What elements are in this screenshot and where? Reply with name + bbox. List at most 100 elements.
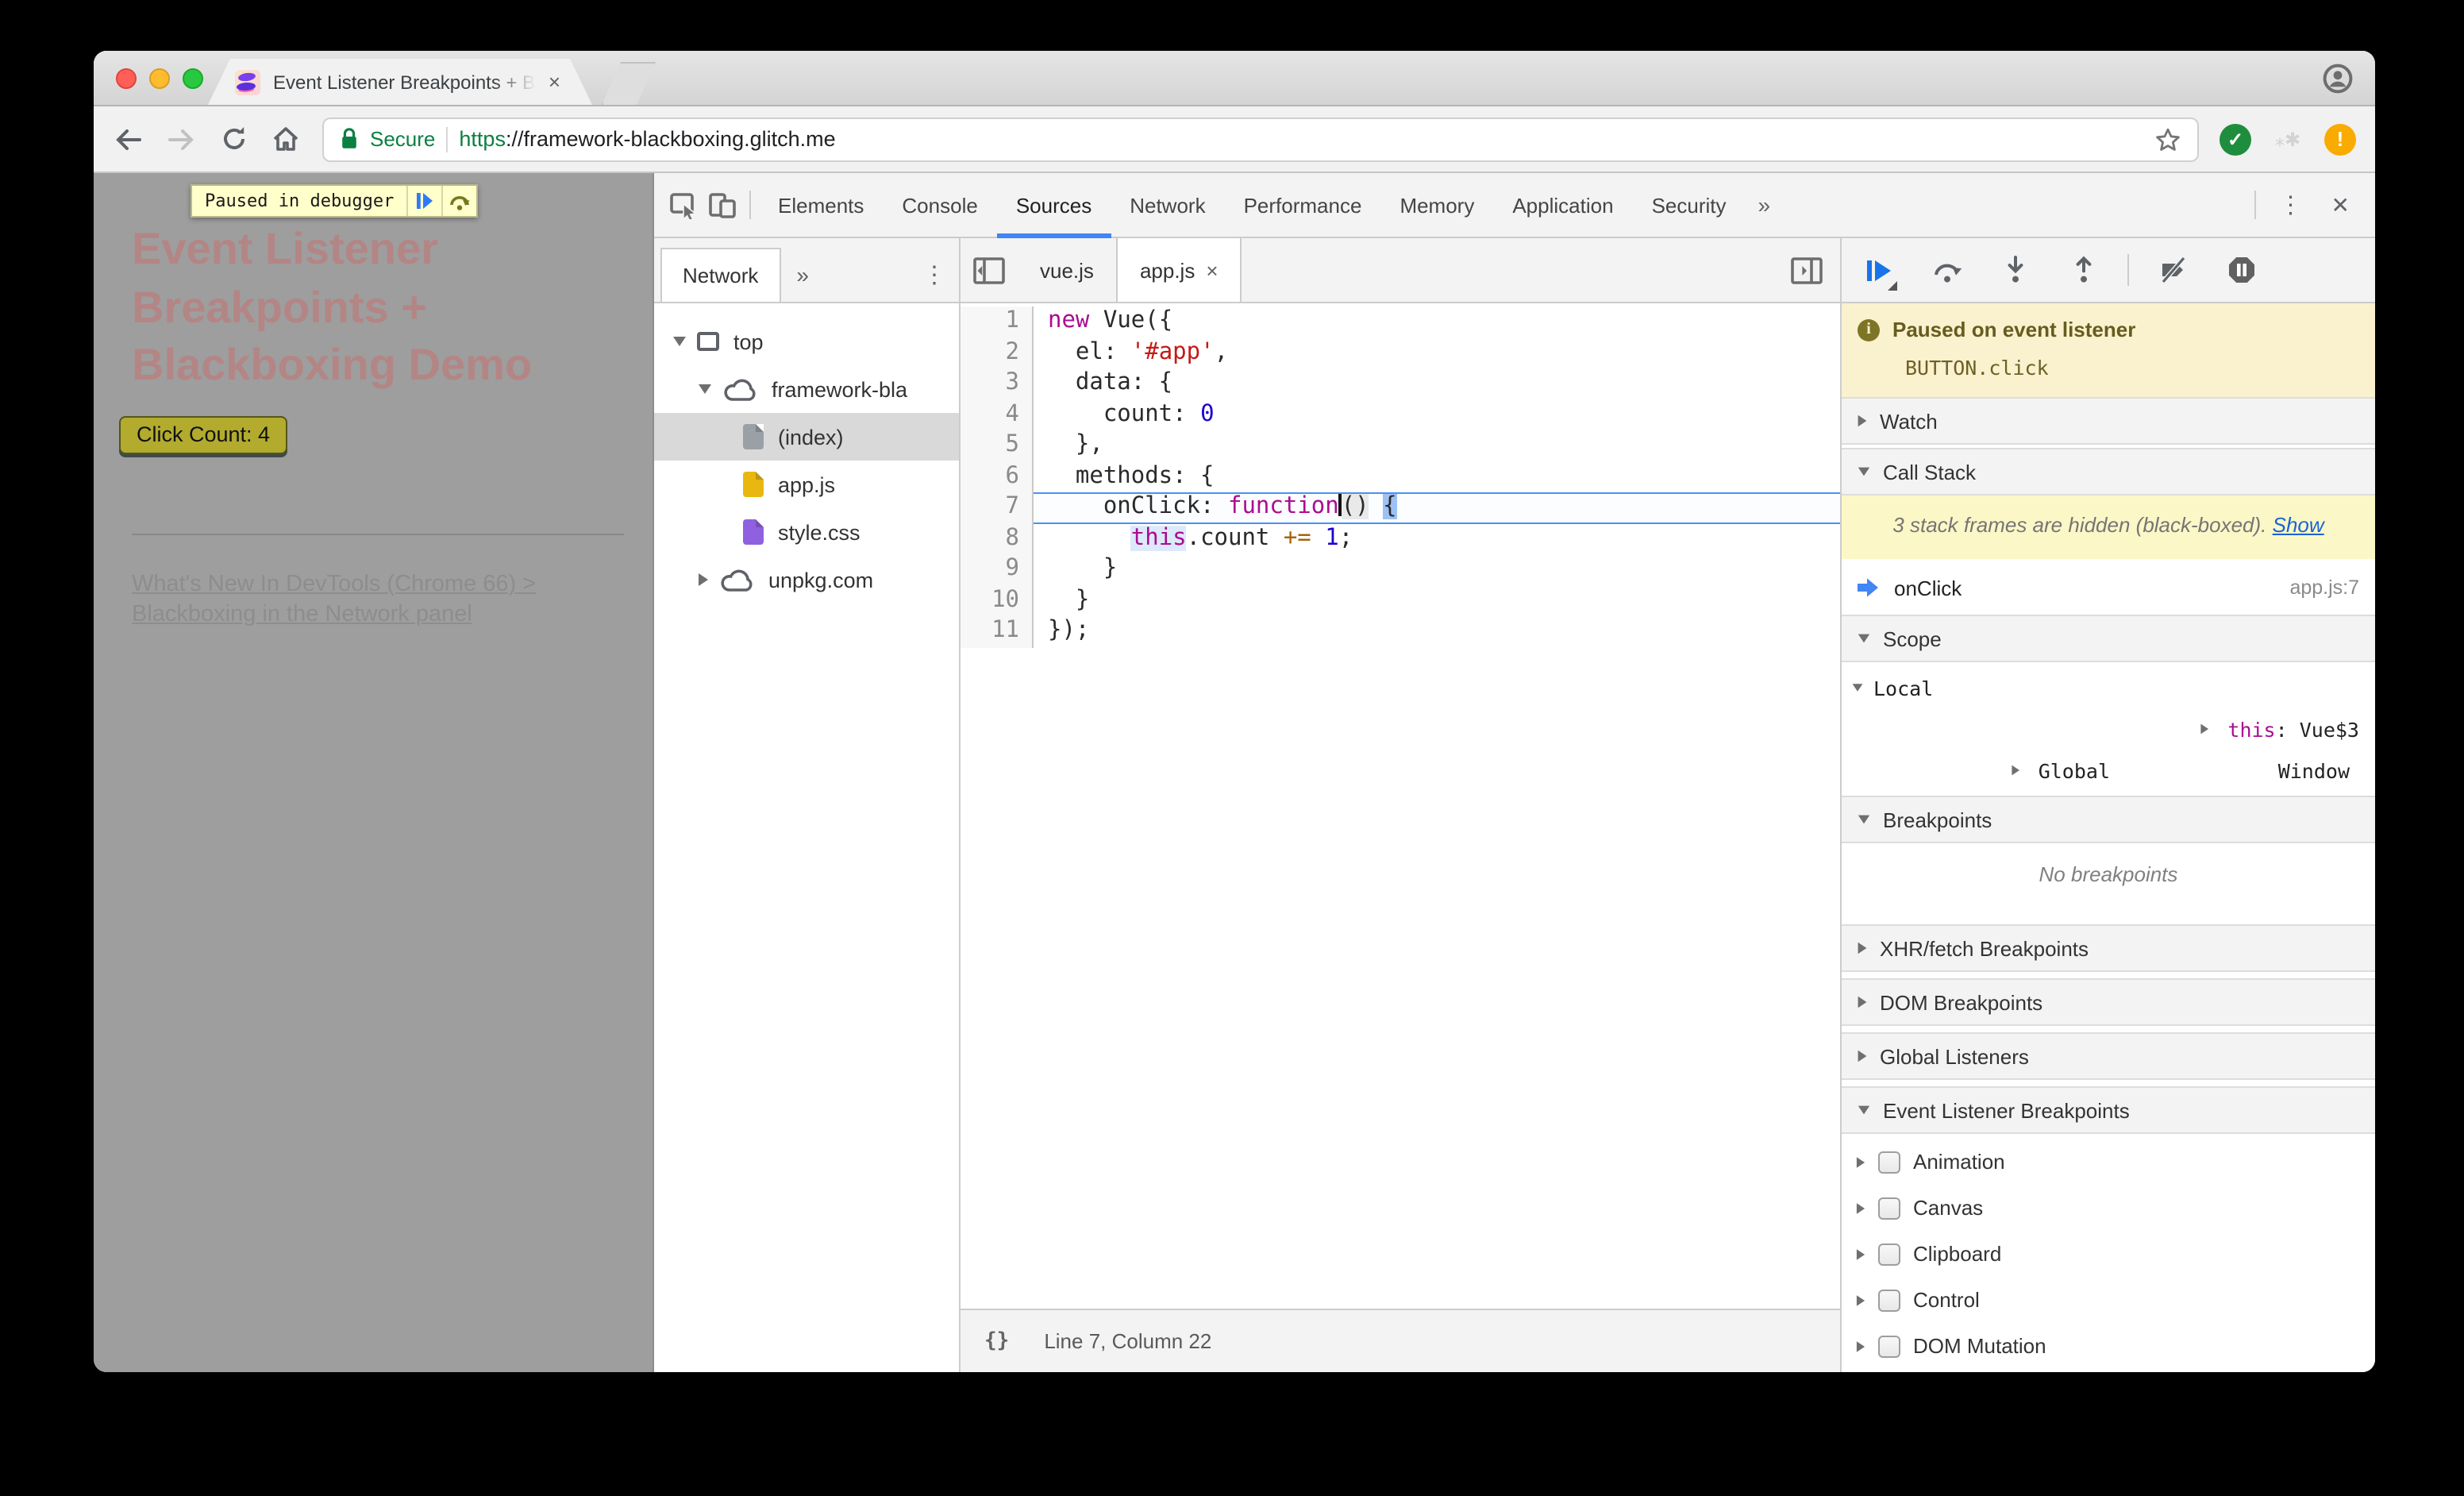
overlay-step-over-button[interactable] [441, 186, 476, 216]
chevron-down-icon[interactable] [673, 337, 686, 346]
whats-new-link[interactable]: What's New In DevTools (Chrome 66) > Bla… [132, 570, 592, 630]
editor-tab-vuejs[interactable]: vue.js [1018, 238, 1116, 302]
code-line-3[interactable]: 3 data: { [961, 368, 1840, 399]
chevron-down-icon[interactable] [699, 384, 711, 394]
event-category-control[interactable]: Control [1842, 1277, 2375, 1323]
show-debugger-panel-icon[interactable] [1783, 238, 1831, 303]
category-checkbox[interactable] [1878, 1335, 1900, 1357]
category-checkbox[interactable] [1878, 1243, 1900, 1265]
pause-on-exceptions-icon[interactable] [2226, 254, 2258, 286]
code-line-9[interactable]: 9 } [961, 554, 1840, 585]
code-editor[interactable]: 1 new Vue({2 el: '#app', 3 data: {4 count:… [961, 303, 1840, 1309]
section-dom-breakpoints[interactable]: DOM Breakpoints [1842, 978, 2375, 1026]
chevron-right-icon[interactable] [1856, 1294, 1865, 1305]
scope-global[interactable]: Global Window [1842, 750, 2375, 791]
navigator-tab-network[interactable]: Network [660, 248, 781, 302]
panel-tab-application[interactable]: Application [1493, 172, 1632, 237]
devtools-menu-icon[interactable]: ⋮ [2265, 191, 2317, 219]
extension-alert-icon[interactable]: ! [2324, 123, 2356, 155]
resume-script-icon[interactable] [1862, 254, 1897, 291]
device-toolbar-icon[interactable] [703, 186, 741, 224]
section-global-listeners[interactable]: Global Listeners [1842, 1032, 2375, 1080]
tab-close-icon[interactable]: × [549, 70, 560, 94]
chevron-right-icon[interactable] [699, 573, 708, 586]
line-number[interactable]: 3 [961, 368, 1034, 399]
back-icon[interactable] [113, 123, 144, 155]
navigator-more-chevron[interactable]: » [796, 248, 809, 302]
event-category-dom-mutation[interactable]: DOM Mutation [1842, 1323, 2375, 1369]
reload-icon[interactable] [218, 123, 249, 155]
hide-navigator-icon[interactable] [961, 238, 1018, 302]
category-checkbox[interactable] [1878, 1151, 1900, 1173]
extension-disabled-icon[interactable]: ⁎✱ [2272, 123, 2304, 155]
chevron-right-icon[interactable] [1856, 1156, 1865, 1167]
new-tab-button[interactable] [602, 62, 656, 105]
panel-tab-security[interactable]: Security [1633, 172, 1746, 237]
chevron-right-icon[interactable] [1856, 1248, 1865, 1259]
tree-item--index-[interactable]: (index) [654, 413, 959, 461]
line-number[interactable]: 7 [961, 492, 1034, 523]
line-number[interactable]: 1 [961, 307, 1034, 337]
line-number[interactable]: 8 [961, 523, 1034, 554]
code-line-7[interactable]: 7 onClick: function() { [961, 492, 1840, 523]
tree-item-top[interactable]: top [654, 318, 959, 365]
profile-avatar-icon[interactable] [2323, 64, 2353, 94]
panel-tab-performance[interactable]: Performance [1225, 172, 1381, 237]
devtools-close-icon[interactable]: ✕ [2317, 191, 2364, 218]
step-into-icon[interactable] [1999, 254, 2031, 286]
close-window-button[interactable] [116, 68, 137, 89]
step-over-icon[interactable] [1931, 254, 1962, 286]
code-line-5[interactable]: 5 }, [961, 430, 1840, 461]
more-panels-chevron[interactable]: » [1746, 192, 1784, 218]
chevron-right-icon[interactable] [1856, 1340, 1865, 1351]
event-category-clipboard[interactable]: Clipboard [1842, 1231, 2375, 1277]
minimize-window-button[interactable] [149, 68, 170, 89]
event-category-animation[interactable]: Animation [1842, 1139, 2375, 1185]
panel-tab-memory[interactable]: Memory [1380, 172, 1493, 237]
panel-tab-network[interactable]: Network [1111, 172, 1224, 237]
extension-check-icon[interactable]: ✓ [2220, 123, 2251, 155]
click-count-button[interactable]: Click Count: 4 [119, 416, 288, 454]
code-line-6[interactable]: 6 methods: { [961, 461, 1840, 492]
code-line-2[interactable]: 2 el: '#app', [961, 337, 1840, 368]
tree-item-unpkg-com[interactable]: unpkg.com [654, 556, 959, 603]
category-checkbox[interactable] [1878, 1289, 1900, 1311]
line-number[interactable]: 10 [961, 585, 1034, 616]
section-scope[interactable]: Scope [1842, 615, 2375, 662]
code-line-4[interactable]: 4 count: 0 [961, 399, 1840, 430]
panel-tab-elements[interactable]: Elements [759, 172, 883, 237]
pretty-print-icon[interactable]: {} [984, 1329, 1009, 1353]
tree-item-style-css[interactable]: style.css [654, 508, 959, 556]
chevron-right-icon[interactable] [1856, 1202, 1865, 1213]
code-line-1[interactable]: 1 new Vue({ [961, 307, 1840, 337]
code-line-10[interactable]: 10 } [961, 585, 1840, 616]
address-bar[interactable]: Secure https://framework-blackboxing.gli… [322, 117, 2199, 161]
line-number[interactable]: 9 [961, 554, 1034, 585]
home-icon[interactable] [270, 123, 302, 155]
line-number[interactable]: 11 [961, 616, 1034, 647]
zoom-window-button[interactable] [183, 68, 203, 89]
panel-tab-sources[interactable]: Sources [996, 172, 1111, 237]
section-breakpoints[interactable]: Breakpoints [1842, 796, 2375, 843]
section-call-stack[interactable]: Call Stack [1842, 448, 2375, 495]
line-number[interactable]: 4 [961, 399, 1034, 430]
show-blackboxed-link[interactable]: Show [2273, 513, 2324, 537]
navigator-menu-icon[interactable]: ⋮ [922, 248, 946, 302]
section-watch[interactable]: Watch [1842, 397, 2375, 445]
tree-item-app-js[interactable]: app.js [654, 461, 959, 508]
forward-icon[interactable] [165, 123, 197, 155]
overlay-resume-button[interactable] [406, 186, 441, 216]
line-number[interactable]: 5 [961, 430, 1034, 461]
deactivate-breakpoints-icon[interactable] [2158, 254, 2189, 286]
code-line-11[interactable]: 11}); [961, 616, 1840, 647]
browser-tab[interactable]: Event Listener Breakpoints + B × [208, 59, 592, 105]
category-checkbox[interactable] [1878, 1197, 1900, 1219]
code-line-8[interactable]: 8 this.count += 1; [961, 523, 1840, 554]
close-tab-icon[interactable]: × [1206, 258, 1218, 282]
line-number[interactable]: 2 [961, 337, 1034, 368]
panel-tab-console[interactable]: Console [883, 172, 996, 237]
event-category-canvas[interactable]: Canvas [1842, 1185, 2375, 1231]
tree-item-framework-bla[interactable]: framework-bla [654, 365, 959, 413]
step-out-icon[interactable] [2067, 254, 2099, 286]
scope-this[interactable]: this: Vue$3 [1842, 708, 2375, 750]
